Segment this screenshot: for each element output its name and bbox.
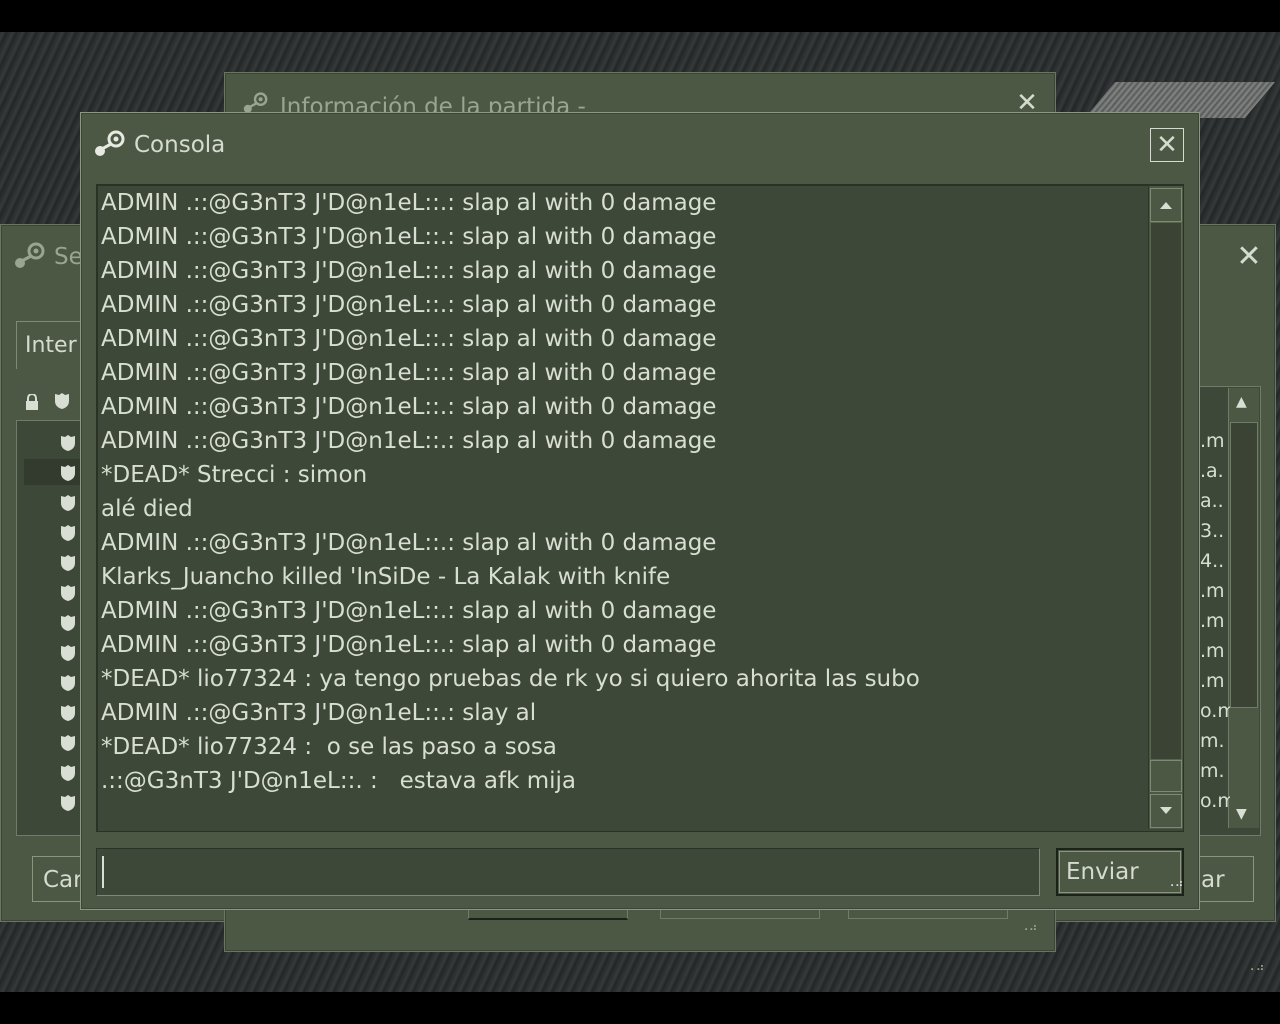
console-title: Consola [134, 132, 226, 158]
server-cell: .m [1200, 430, 1225, 452]
resize-grip-icon[interactable]: ⠠⠴ [1166, 876, 1184, 890]
console-line: ADMIN .::@G3nT3 J'D@n1eL::.: slap al wit… [101, 530, 717, 556]
console-line: ADMIN .::@G3nT3 J'D@n1eL::.: slap al wit… [101, 292, 717, 318]
resize-grip-icon[interactable]: ⠠⠴ [1246, 960, 1266, 974]
server-cell: m. [1200, 730, 1225, 752]
shield-icon [61, 615, 75, 631]
server-browser-title: Se [54, 244, 83, 270]
scroll-up-icon [1160, 202, 1172, 209]
shield-icon [61, 675, 75, 691]
server-cell: .a. [1200, 460, 1224, 482]
console-line: *DEAD* lio77324 : o se las paso a sosa [101, 734, 557, 760]
shield-icon[interactable] [54, 392, 70, 410]
shield-icon [61, 645, 75, 661]
console-line: ADMIN .::@G3nT3 J'D@n1eL::.: slap al wit… [101, 190, 717, 216]
console-line: ADMIN .::@G3nT3 J'D@n1eL::.: slap al wit… [101, 632, 717, 658]
server-cell: m. [1200, 760, 1225, 782]
scrollbar-track[interactable] [1150, 222, 1182, 760]
server-cell: .m [1200, 610, 1225, 632]
server-cell: o.m [1200, 700, 1230, 722]
console-line: ADMIN .::@G3nT3 J'D@n1eL::.: slap al wit… [101, 258, 717, 284]
shield-icon [61, 735, 75, 751]
server-cell: 4.. [1200, 550, 1225, 572]
close-icon[interactable]: ✕ [1234, 242, 1264, 272]
console-line: ADMIN .::@G3nT3 J'D@n1eL::.: slap al wit… [101, 360, 717, 386]
console-line: Klarks_Juancho killed 'InSiDe - La Kalak… [101, 564, 671, 590]
scroll-up-button[interactable] [1150, 188, 1182, 222]
scroll-down-icon[interactable]: ▼ [1236, 806, 1247, 822]
server-cell: .m [1200, 580, 1225, 602]
lock-icon[interactable] [24, 394, 40, 410]
send-button[interactable]: Enviar [1056, 848, 1184, 896]
scroll-down-button[interactable] [1150, 794, 1182, 828]
console-line: ADMIN .::@G3nT3 J'D@n1eL::.: slap al wit… [101, 428, 717, 454]
shield-icon [61, 795, 75, 811]
console-line: *DEAD* Strecci : simon [101, 462, 368, 488]
console-line: ADMIN .::@G3nT3 J'D@n1eL::.: slap al wit… [101, 598, 717, 624]
shield-icon [61, 435, 75, 451]
console-line: ADMIN .::@G3nT3 J'D@n1eL::.: slay al [101, 700, 537, 726]
shield-icon [61, 525, 75, 541]
shield-icon [61, 465, 75, 481]
console-line: ADMIN .::@G3nT3 J'D@n1eL::.: slap al wit… [101, 224, 717, 250]
steam-icon [15, 242, 45, 268]
console-line: .::@G3nT3 J'D@n1eL::. : estava afk mija [101, 768, 576, 794]
shield-icon [61, 705, 75, 721]
scrollbar-thumb[interactable] [1230, 422, 1258, 708]
console-command-input[interactable] [96, 848, 1040, 896]
shield-icon [61, 585, 75, 601]
server-cell: a.. [1200, 490, 1224, 512]
scroll-down-icon [1160, 807, 1172, 814]
close-icon[interactable]: ✕ [1150, 128, 1184, 162]
server-cell: .m [1200, 640, 1225, 662]
console-log: ADMIN .::@G3nT3 J'D@n1eL::.: slap al wit… [101, 186, 1141, 826]
scrollbar-thumb[interactable] [1150, 760, 1182, 792]
shield-icon [61, 765, 75, 781]
resize-grip-icon[interactable]: ⠠⠴ [1020, 920, 1038, 934]
console-line: alé died [101, 496, 193, 522]
console-line: ADMIN .::@G3nT3 J'D@n1eL::.: slap al wit… [101, 394, 717, 420]
shield-icon [61, 495, 75, 511]
shield-icon [61, 555, 75, 571]
console-line: *DEAD* lio77324 : ya tengo pruebas de rk… [101, 666, 920, 692]
steam-icon [95, 130, 125, 156]
console-line: ADMIN .::@G3nT3 J'D@n1eL::.: slap al wit… [101, 326, 717, 352]
server-cell: 3.. [1200, 520, 1225, 542]
server-cell: o.m [1200, 790, 1230, 812]
scroll-up-icon[interactable]: ▲ [1236, 394, 1247, 410]
server-cell: .m [1200, 670, 1225, 692]
text-cursor [102, 856, 104, 888]
